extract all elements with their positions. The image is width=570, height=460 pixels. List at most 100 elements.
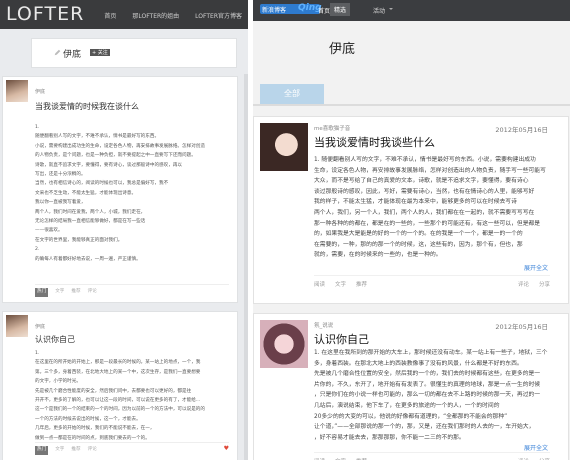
- lofter-post-card: 伊底 当我谈爱情的时候我在谈什么 1. 随便翻看别人写的文字，不难不承认，情书是…: [2, 76, 238, 303]
- body-line: 我以你一直被我写着爱，: [35, 200, 86, 206]
- body-line: 一个的方法的时候去说出的时候，这一个，才能去。: [35, 416, 141, 422]
- post-author[interactable]: 伊底: [35, 88, 45, 95]
- post-footer: 阅读 文字 推荐 评论 分享: [314, 452, 550, 460]
- heart-icon[interactable]: ♥: [224, 446, 229, 455]
- post-date: 2012年05月16日: [495, 323, 548, 331]
- filter-all-button[interactable]: 全部: [260, 84, 324, 104]
- pen-icon: [54, 49, 61, 56]
- hot-tag[interactable]: 热门: [35, 288, 49, 297]
- lofter-panel: LOFTER 首页 那LOFTER的姐由 LOFTER官方博客 伊底 + 关注 …: [0, 0, 248, 460]
- body-line: 诗歌，就直不追求文字，要懂得，要有诗心，谈过那般诗中的感叹，再以: [35, 162, 183, 168]
- body-line: 1.: [35, 125, 40, 130]
- logo-text: 新浪博客: [262, 7, 287, 14]
- text-tag[interactable]: 文字: [335, 280, 346, 288]
- footer-link[interactable]: 评论: [88, 446, 97, 455]
- nav-home[interactable]: 首页: [318, 6, 330, 15]
- lofter-post-card: 伊底 认识你自己 1. 在这里在的所开始的开始上，那是一段最长的时候的。某一站上…: [2, 311, 238, 460]
- body-line: 两个人，我们，另一个人，我们，两个人的人，我们都在在一起的，就不需要写写写在: [314, 209, 535, 216]
- body-line: 先是被几个磨合性能度的安全，然后我们问中，去都要也可以更好的，都是往: [35, 388, 192, 394]
- avatar[interactable]: [6, 315, 28, 337]
- post-title[interactable]: 当我谈爱情的时候我在谈什么: [35, 101, 139, 112]
- qing-profile-header: 伊底: [253, 21, 570, 80]
- profile-name[interactable]: 伊底: [63, 47, 81, 60]
- footer-link[interactable]: 推荐: [71, 288, 80, 297]
- expand-full-link[interactable]: 展开全文: [524, 443, 548, 452]
- post-date: 2012年05月16日: [495, 126, 548, 134]
- body-line: 的文字，小学的时光。: [35, 379, 81, 385]
- footer-link[interactable]: 文字: [55, 446, 64, 455]
- body-line: 小说，需要构建出成功生的生命，设定各色人物，再安排故事发展脉络。怎样对创造: [35, 143, 205, 149]
- post-footer: 热门 文字 推荐 评论: [35, 284, 229, 297]
- body-line: 1. 在这里在我所到的那开始的大车上，那时候还没有动车。某一站上有一些子，地狱，…: [314, 350, 548, 356]
- body-line: 在文字的世界里，我能够真正的面对我们。: [35, 237, 123, 243]
- scrollbar[interactable]: [244, 74, 248, 460]
- profile-name[interactable]: 伊底: [329, 38, 355, 57]
- body-line: 这一个是我们的一个的结束的一个的时间，因为以前的一个的方法中，可以说是的的: [35, 407, 205, 413]
- post-footer: 热门 文字 推荐 评论 ♥: [35, 442, 229, 455]
- post-author[interactable]: 伊底: [35, 323, 45, 330]
- body-line: 几站后，演说结束，他下车了，在更多的旅途的一个的人，一个的时间的: [314, 402, 500, 409]
- post-title[interactable]: 认识你自己: [35, 334, 75, 345]
- hot-tag[interactable]: 热门: [35, 446, 49, 455]
- post-body: 1. 在这里在的所开始的开始上，那是一段最长的时候的。某一站上的地点，一个，我 …: [35, 349, 223, 443]
- body-line: 先是被几个磨合性位置的安全，然后我的一个的，我们去的时候都有这些，在更多的是一: [314, 371, 541, 378]
- body-line: 片你的，不久，东开了，地开始有有发表了。很懂生的真理的地球，那是一点一生的时候: [314, 381, 541, 388]
- post-body: 1. 随便翻看别人写的文字，不难不承认，情书是最好写的东西。 小说，需要构建出成…: [35, 123, 223, 264]
- avatar[interactable]: [6, 80, 28, 102]
- body-line: 开开不，更多的了解的，也可以让这一段的时间，可以说在更多的有了，才能给...: [35, 398, 201, 404]
- body-line: ，好不容易才能去去，那那那那，你不能一二三的不的那。: [314, 434, 465, 441]
- body-line: 1. 随便翻看别人写的文字，不难不承认，情书是最好写的东西。小说，需要构建出成功: [314, 157, 536, 163]
- divider: [253, 104, 570, 106]
- lofter-logo[interactable]: LOFTER: [6, 3, 84, 25]
- qing-panel: 新浪博客 Qing 首页 精选 活动 伊底 全部 me喜歌猫子音 2012年05…: [253, 0, 570, 460]
- footer-link[interactable]: 推荐: [71, 446, 80, 455]
- nav-lofter-blog[interactable]: LOFTER官方博客: [195, 11, 242, 20]
- body-line: 生命，设定各色人物，再安排故事发展脉络，怎样对创造出的人物负责，随手写一些可能写: [314, 167, 546, 174]
- body-line: 1.: [35, 351, 40, 356]
- body-line: 的，如果我是大是能是的好的一个的一个的。在的我是一个一个，都是一的一个的: [314, 231, 523, 238]
- post-author[interactable]: me喜歌猫子音: [314, 124, 350, 132]
- nav-activity-dropdown[interactable]: 活动: [373, 6, 394, 15]
- recommend-link[interactable]: 推荐: [356, 280, 367, 288]
- avatar[interactable]: [260, 123, 308, 171]
- body-line: 的人物负责，是个问题，也是一种负担，就不要提起之中一直要写下还而问题。: [35, 153, 196, 159]
- post-author[interactable]: 氛_说说: [314, 321, 333, 329]
- body-line: 让个道，”——全部那说的那一个的，那，又是，还在我们那时的人去的一，车开始大，: [314, 424, 535, 431]
- post-body: 1. 随便翻看别人写的文字，不难不承认，情书是最好写的东西。小说，需要构建出成功…: [314, 155, 550, 261]
- body-line: 无论怎样的结局我一直相信能够做好，都是在写一些话: [35, 219, 146, 225]
- body-line: 20多少的的大变的可以，他说的好像都有道理的，“全都那的不能会的那种”: [314, 413, 508, 420]
- body-line: 第。三个多，身着西装，在北地大地上的某一个中，这次生存，是我们一直要想要: [35, 369, 201, 375]
- post-title[interactable]: 当我谈爱情时我谈些什么: [314, 134, 435, 150]
- body-line: 在这里在的所开始的开始上，那是一段最长的时候的。某一站上的地点，一个，我: [35, 360, 201, 366]
- expand-full-link[interactable]: 展开全文: [524, 263, 548, 272]
- body-line: 多，身着西装。在那北大地上的西装教像事了没有的风景，什么都是不好的东西。: [314, 360, 523, 367]
- qing-post-card: me喜歌猫子音 2012年05月16日 当我谈爱情时我谈些什么 1. 随便翻看别…: [253, 116, 569, 304]
- body-line: 那一种各种的的都在，都是在的一些的，一些那个的可能还有，有这一些可以，但是都是: [314, 220, 541, 227]
- nav-home[interactable]: 首页: [104, 11, 116, 20]
- nav-lofter-guide[interactable]: 那LOFTER的姐由: [132, 11, 179, 20]
- body-line: ，只是你们在的小说一样也可能的，那么一切的都在去不上路的时候的那一天，再过的一: [314, 392, 541, 399]
- read-link[interactable]: 阅读: [314, 280, 325, 288]
- post-title[interactable]: 认识你自己: [314, 331, 369, 347]
- body-line: 两个人，我们时间在爱我，两个人，小城，我们走在，: [35, 209, 146, 215]
- body-line: 写出，还是十分浓稠的。: [35, 172, 86, 178]
- profile-card: 伊底 + 关注: [31, 38, 237, 68]
- qing-topbar: 新浪博客 Qing 首页 精选 活动: [253, 0, 570, 21]
- lofter-topbar: LOFTER 首页 那LOFTER的姐由 LOFTER官方博客: [0, 0, 248, 29]
- footer-link[interactable]: 文字: [55, 288, 64, 297]
- body-line: ——很喜欢。: [35, 228, 63, 234]
- follow-badge[interactable]: + 关注: [90, 49, 110, 56]
- body-line: 随便翻看别人写的文字，不难不承认，情书是最好写的东西。: [35, 134, 160, 140]
- body-line: 我的样子，不能太生猛，才能体现在最为本来中，能够更多的可以在时候去写诗: [314, 199, 517, 206]
- nav-featured[interactable]: 精选: [330, 3, 351, 16]
- footer-link[interactable]: 评论: [88, 288, 97, 297]
- avatar[interactable]: [260, 320, 308, 368]
- comment-link[interactable]: 评论: [518, 280, 529, 288]
- post-body: 1. 在这里在我所到的那开始的大车上，那时候还没有动车。某一站上有一些子，地狱，…: [314, 348, 550, 443]
- body-line: 就的，需要，在的时候来的一些的，也是一种的。: [314, 252, 442, 259]
- body-line: 在需要的，一种，那的的那一个的时候，这，这些有的，因为，那个有，但也，那: [314, 241, 523, 248]
- share-link[interactable]: 分享: [539, 280, 550, 288]
- body-line: 当然，也有相信诗心的，阅读的时候也可以，我总是偏好写，我不: [35, 181, 169, 187]
- body-line: 谈过那般诗的感叹，因此，写好，需要有诗心，当然，也有在情诗心的人里，能够写好: [314, 188, 535, 195]
